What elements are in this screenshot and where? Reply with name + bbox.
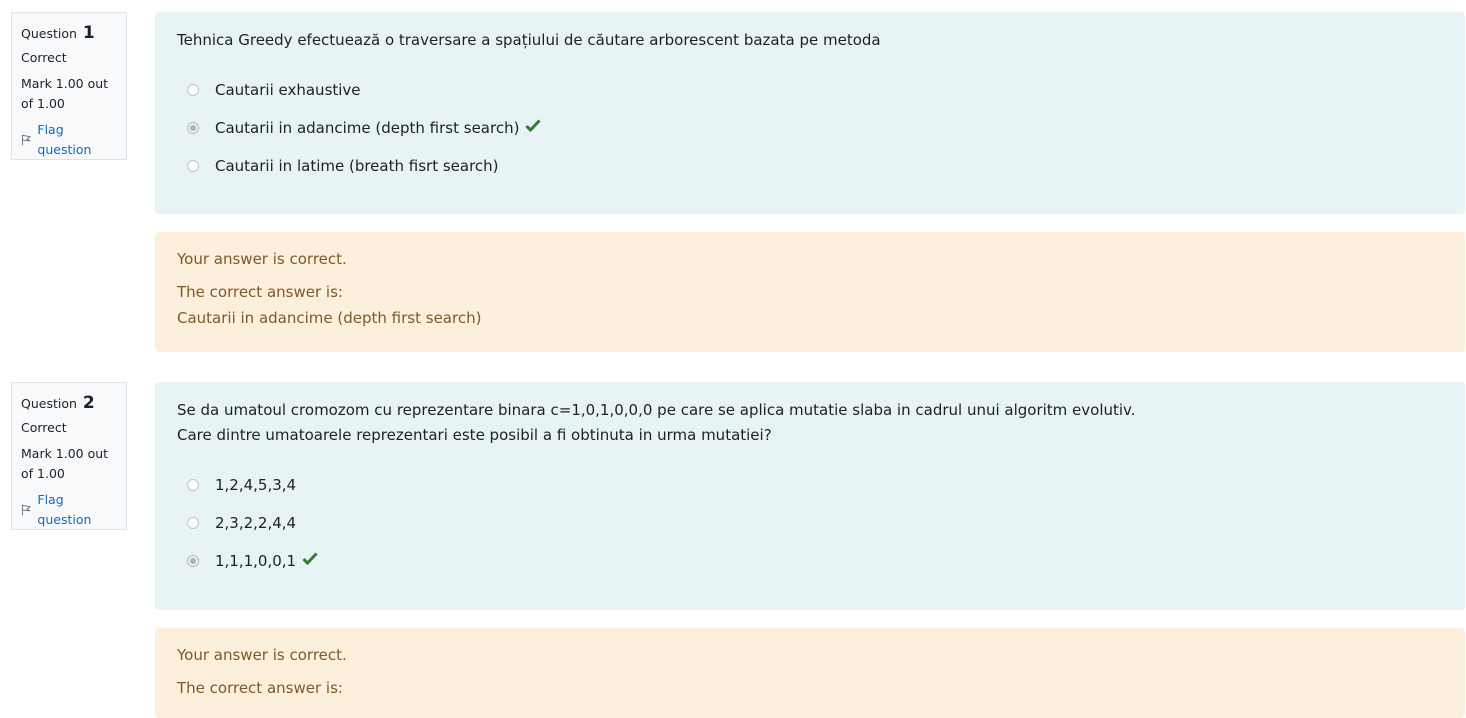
flag-question-link[interactable]: Flag question	[21, 120, 117, 160]
question-outcome-2: Your answer is correct. The correct answ…	[155, 628, 1465, 718]
answer-label: 1,2,4,5,3,4	[215, 476, 297, 494]
answer-label: Cautarii exhaustive	[215, 81, 361, 99]
answer-option[interactable]: Cautarii exhaustive	[177, 71, 1443, 109]
answer-label: 1,1,1,0,0,1	[215, 552, 297, 570]
question-grade: Mark 1.00 out of 1.00	[21, 76, 109, 111]
question-text-line: Care dintre umatoarele reprezentari este…	[177, 426, 772, 444]
answer-option[interactable]: Cautarii in latime (breath fisrt search)	[177, 147, 1443, 185]
flag-question-label: Flag question	[37, 492, 92, 527]
flag-icon	[21, 504, 32, 516]
question-info-2: Question 2 Correct Mark 1.00 out of 1.00…	[11, 382, 127, 530]
question-text-line: Se da umatoul cromozom cu reprezentare b…	[177, 401, 1136, 419]
correct-answer-label: The correct answer is:	[177, 679, 343, 697]
question-label: Question	[21, 26, 77, 41]
question-formulation-2: Se da umatoul cromozom cu reprezentare b…	[155, 382, 1465, 610]
question-formulation-1: Tehnica Greedy efectuează o traversare a…	[155, 12, 1465, 214]
answer-radio[interactable]	[187, 84, 199, 96]
answer-option[interactable]: Cautarii in adancime (depth first search…	[177, 109, 1443, 147]
flag-question-link[interactable]: Flag question	[21, 490, 117, 530]
question-number: 2	[82, 393, 95, 413]
answer-radio[interactable]	[187, 479, 199, 491]
answer-option[interactable]: 1,1,1,0,0,1	[177, 542, 1443, 580]
answer-option[interactable]: 1,2,4,5,3,4	[177, 466, 1443, 504]
answer-radio[interactable]	[187, 555, 199, 567]
correct-check-icon	[525, 118, 542, 132]
answer-label: Cautarii in adancime (depth first search…	[215, 119, 520, 137]
correct-answer-label: The correct answer is:	[177, 283, 343, 301]
answer-label: 2,3,2,2,4,4	[215, 514, 297, 532]
correct-answer-text: Cautarii in adancime (depth first search…	[177, 309, 482, 327]
feedback-text: Your answer is correct.	[177, 646, 347, 664]
flag-icon	[21, 134, 32, 146]
question-outcome-1: Your answer is correct. The correct answ…	[155, 232, 1465, 352]
question-text: Tehnica Greedy efectuează o traversare a…	[177, 28, 1443, 53]
question-text-line: Tehnica Greedy efectuează o traversare a…	[177, 31, 881, 49]
question-state: Correct	[21, 420, 67, 435]
feedback-text: Your answer is correct.	[177, 250, 347, 268]
answer-label: Cautarii in latime (breath fisrt search)	[215, 157, 499, 175]
answer-list: Cautarii exhaustive Cautarii in adancime…	[177, 71, 1443, 185]
question-state: Correct	[21, 50, 67, 65]
answer-radio[interactable]	[187, 122, 199, 134]
answer-radio[interactable]	[187, 517, 199, 529]
question-text: Se da umatoul cromozom cu reprezentare b…	[177, 398, 1443, 448]
question-label: Question	[21, 396, 77, 411]
correct-check-icon	[302, 551, 318, 565]
question-number: 1	[82, 23, 95, 43]
question-info-1: Question 1 Correct Mark 1.00 out of 1.00…	[11, 12, 127, 160]
question-grade: Mark 1.00 out of 1.00	[21, 446, 109, 481]
answer-option[interactable]: 2,3,2,2,4,4	[177, 504, 1443, 542]
flag-question-label: Flag question	[37, 122, 92, 157]
answer-list: 1,2,4,5,3,4 2,3,2,2,4,4 1,1,1,0,0,1	[177, 466, 1443, 580]
answer-radio[interactable]	[187, 160, 199, 172]
